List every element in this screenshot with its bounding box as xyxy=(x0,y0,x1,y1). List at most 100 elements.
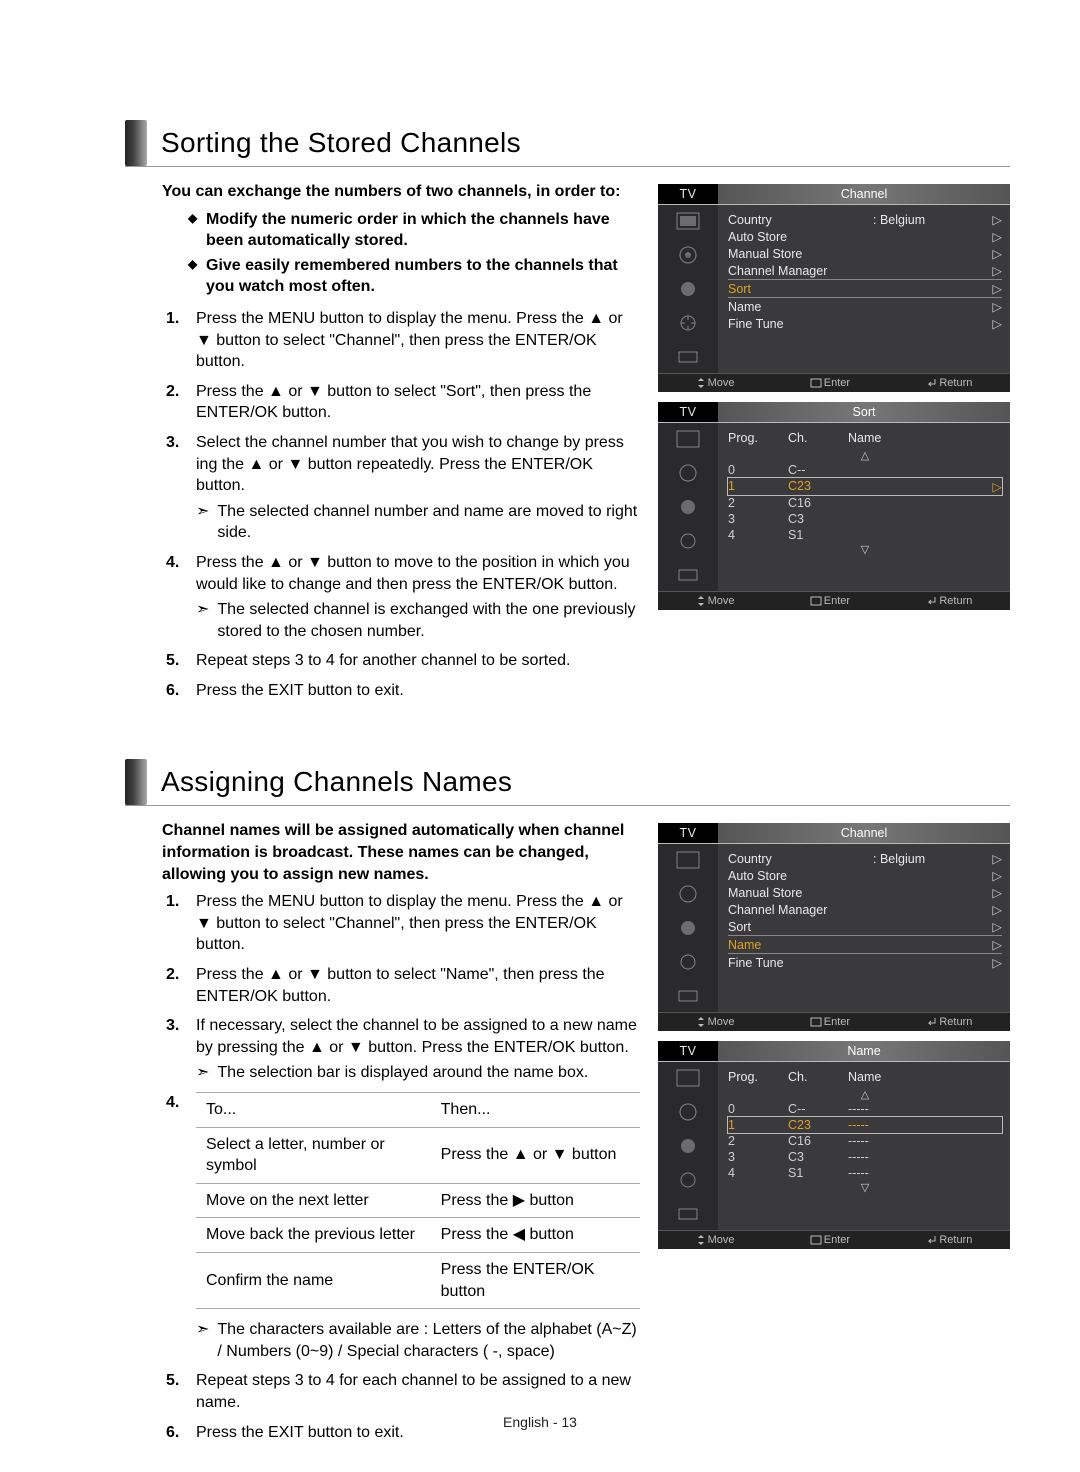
sort-row-selected[interactable]: 1C23▷ xyxy=(728,478,1002,495)
col-prog: Prog. xyxy=(728,431,788,445)
chevron-right-icon: ▷ xyxy=(992,902,1002,917)
intro-text: Channel names will be assigned automatic… xyxy=(162,820,640,885)
osd-title: Channel xyxy=(718,823,1010,843)
intro-bullet: Give easily remembered numbers to the ch… xyxy=(188,255,640,298)
osd-title: Sort xyxy=(718,402,1010,422)
arrow-icon: ➣ xyxy=(196,1319,209,1362)
menu-item[interactable]: Country xyxy=(728,852,873,866)
sort-row[interactable]: 2C16 xyxy=(728,495,1002,511)
sort-row[interactable]: 3C3 xyxy=(728,511,1002,527)
name-row[interactable]: 3C3----- xyxy=(728,1149,1002,1165)
chevron-up-icon[interactable]: △ xyxy=(728,449,1002,462)
menu-item[interactable]: Fine Tune xyxy=(728,956,873,970)
name-row[interactable]: 4S1----- xyxy=(728,1165,1002,1181)
osd-title: Name xyxy=(718,1041,1010,1061)
osd-left-label: TV xyxy=(658,823,718,843)
chevron-right-icon: ▷ xyxy=(992,937,1002,952)
name-row[interactable]: 0C------- xyxy=(728,1101,1002,1117)
sort-row[interactable]: 4S1 xyxy=(728,527,1002,543)
input-icon xyxy=(675,347,701,367)
footer-return: Return xyxy=(925,1234,972,1246)
input-icon xyxy=(675,565,701,585)
footer-return: Return xyxy=(925,377,972,389)
table-cell: Select a letter, number or symbol xyxy=(196,1127,431,1183)
chevron-right-icon: ▷ xyxy=(992,868,1002,883)
menu-item[interactable]: Auto Store xyxy=(728,869,873,883)
sound-icon xyxy=(675,245,701,265)
osd-category-icons xyxy=(658,844,718,1012)
picture-icon xyxy=(675,429,701,449)
menu-item[interactable]: Auto Store xyxy=(728,230,873,244)
picture-icon xyxy=(675,211,701,231)
section-marker-icon xyxy=(125,759,147,805)
picture-icon xyxy=(675,850,701,870)
table-cell: Move on the next letter xyxy=(196,1183,431,1218)
footer-return: Return xyxy=(925,595,972,607)
chevron-right-icon: ▷ xyxy=(992,212,1002,227)
footer-move: Move xyxy=(696,1016,735,1028)
step: Press the EXIT button to exit. xyxy=(162,680,640,702)
menu-item-selected[interactable]: Sort xyxy=(728,282,873,296)
section-header: Assigning Channels Names xyxy=(125,759,1010,806)
step: Press the MENU button to display the men… xyxy=(162,308,640,373)
channel-icon xyxy=(675,918,701,938)
menu-item[interactable]: Manual Store xyxy=(728,886,873,900)
section-header: Sorting the Stored Channels xyxy=(125,120,1010,167)
name-row[interactable]: 2C16----- xyxy=(728,1133,1002,1149)
chevron-up-icon[interactable]: △ xyxy=(728,1088,1002,1101)
intro-bullet: Modify the numeric order in which the ch… xyxy=(188,209,640,252)
footer-move: Move xyxy=(696,1234,735,1246)
chevron-right-icon: ▷ xyxy=(992,919,1002,934)
step: Select the channel number that you wish … xyxy=(162,432,640,544)
menu-item[interactable]: Manual Store xyxy=(728,247,873,261)
chevron-right-icon: ▷ xyxy=(992,316,1002,331)
menu-item[interactable]: Channel Manager xyxy=(728,264,873,278)
setup-icon xyxy=(675,531,701,551)
setup-icon xyxy=(675,952,701,972)
page-footer: English - 13 xyxy=(0,1414,1080,1430)
menu-item[interactable]: Name xyxy=(728,300,873,314)
picture-icon xyxy=(675,1068,701,1088)
footer-enter: Enter xyxy=(810,1234,850,1246)
step: Press the ▲ or ▼ button to select "Name"… xyxy=(162,964,640,1007)
chevron-right-icon: ▷ xyxy=(992,281,1002,296)
menu-item[interactable]: Fine Tune xyxy=(728,317,873,331)
sub-note: The selected channel number and name are… xyxy=(217,501,640,544)
col-ch: Ch. xyxy=(788,431,848,445)
step: To...Then... Select a letter, number or … xyxy=(162,1092,640,1362)
step: Repeat steps 3 to 4 for each channel to … xyxy=(162,1370,640,1413)
table-cell: Confirm the name xyxy=(196,1252,431,1308)
osd-title: Channel xyxy=(718,184,1010,204)
chevron-right-icon: ▷ xyxy=(992,299,1002,314)
footer-enter: Enter xyxy=(810,595,850,607)
table-cell: Press the ▲ or ▼ button xyxy=(431,1127,640,1183)
steps-list: Press the MENU button to display the men… xyxy=(162,308,640,702)
sort-row[interactable]: 0C-- xyxy=(728,462,1002,478)
section-sorting: Sorting the Stored Channels You can exch… xyxy=(70,120,1010,709)
menu-item-selected[interactable]: Name xyxy=(728,938,873,952)
chevron-down-icon[interactable]: ▽ xyxy=(728,1181,1002,1194)
chevron-right-icon: ▷ xyxy=(992,263,1002,278)
menu-item[interactable]: Country xyxy=(728,213,873,227)
menu-item[interactable]: Channel Manager xyxy=(728,903,873,917)
table-head: Then... xyxy=(431,1093,640,1128)
arrow-icon: ➣ xyxy=(196,599,209,642)
intro-text: You can exchange the numbers of two chan… xyxy=(162,181,640,203)
name-row-selected[interactable]: 1C23----- xyxy=(728,1117,1002,1133)
footer-enter: Enter xyxy=(810,1016,850,1028)
section-title: Sorting the Stored Channels xyxy=(161,127,521,159)
osd-channel-name: TV Channel Country: Belgium▷ xyxy=(658,823,1010,1031)
table-cell: Press the ENTER/OK button xyxy=(431,1252,640,1308)
chevron-down-icon[interactable]: ▽ xyxy=(728,543,1002,556)
footer-return: Return xyxy=(925,1016,972,1028)
step: If necessary, select the channel to be a… xyxy=(162,1015,640,1084)
sound-icon xyxy=(675,1102,701,1122)
step: Press the ▲ or ▼ button to move to the p… xyxy=(162,552,640,642)
menu-item[interactable]: Sort xyxy=(728,920,873,934)
step: Press the MENU button to display the men… xyxy=(162,891,640,956)
sound-icon xyxy=(675,463,701,483)
input-icon xyxy=(675,1204,701,1224)
col-prog: Prog. xyxy=(728,1070,788,1084)
footer-move: Move xyxy=(696,595,735,607)
sub-note: The selection bar is displayed around th… xyxy=(217,1062,588,1084)
